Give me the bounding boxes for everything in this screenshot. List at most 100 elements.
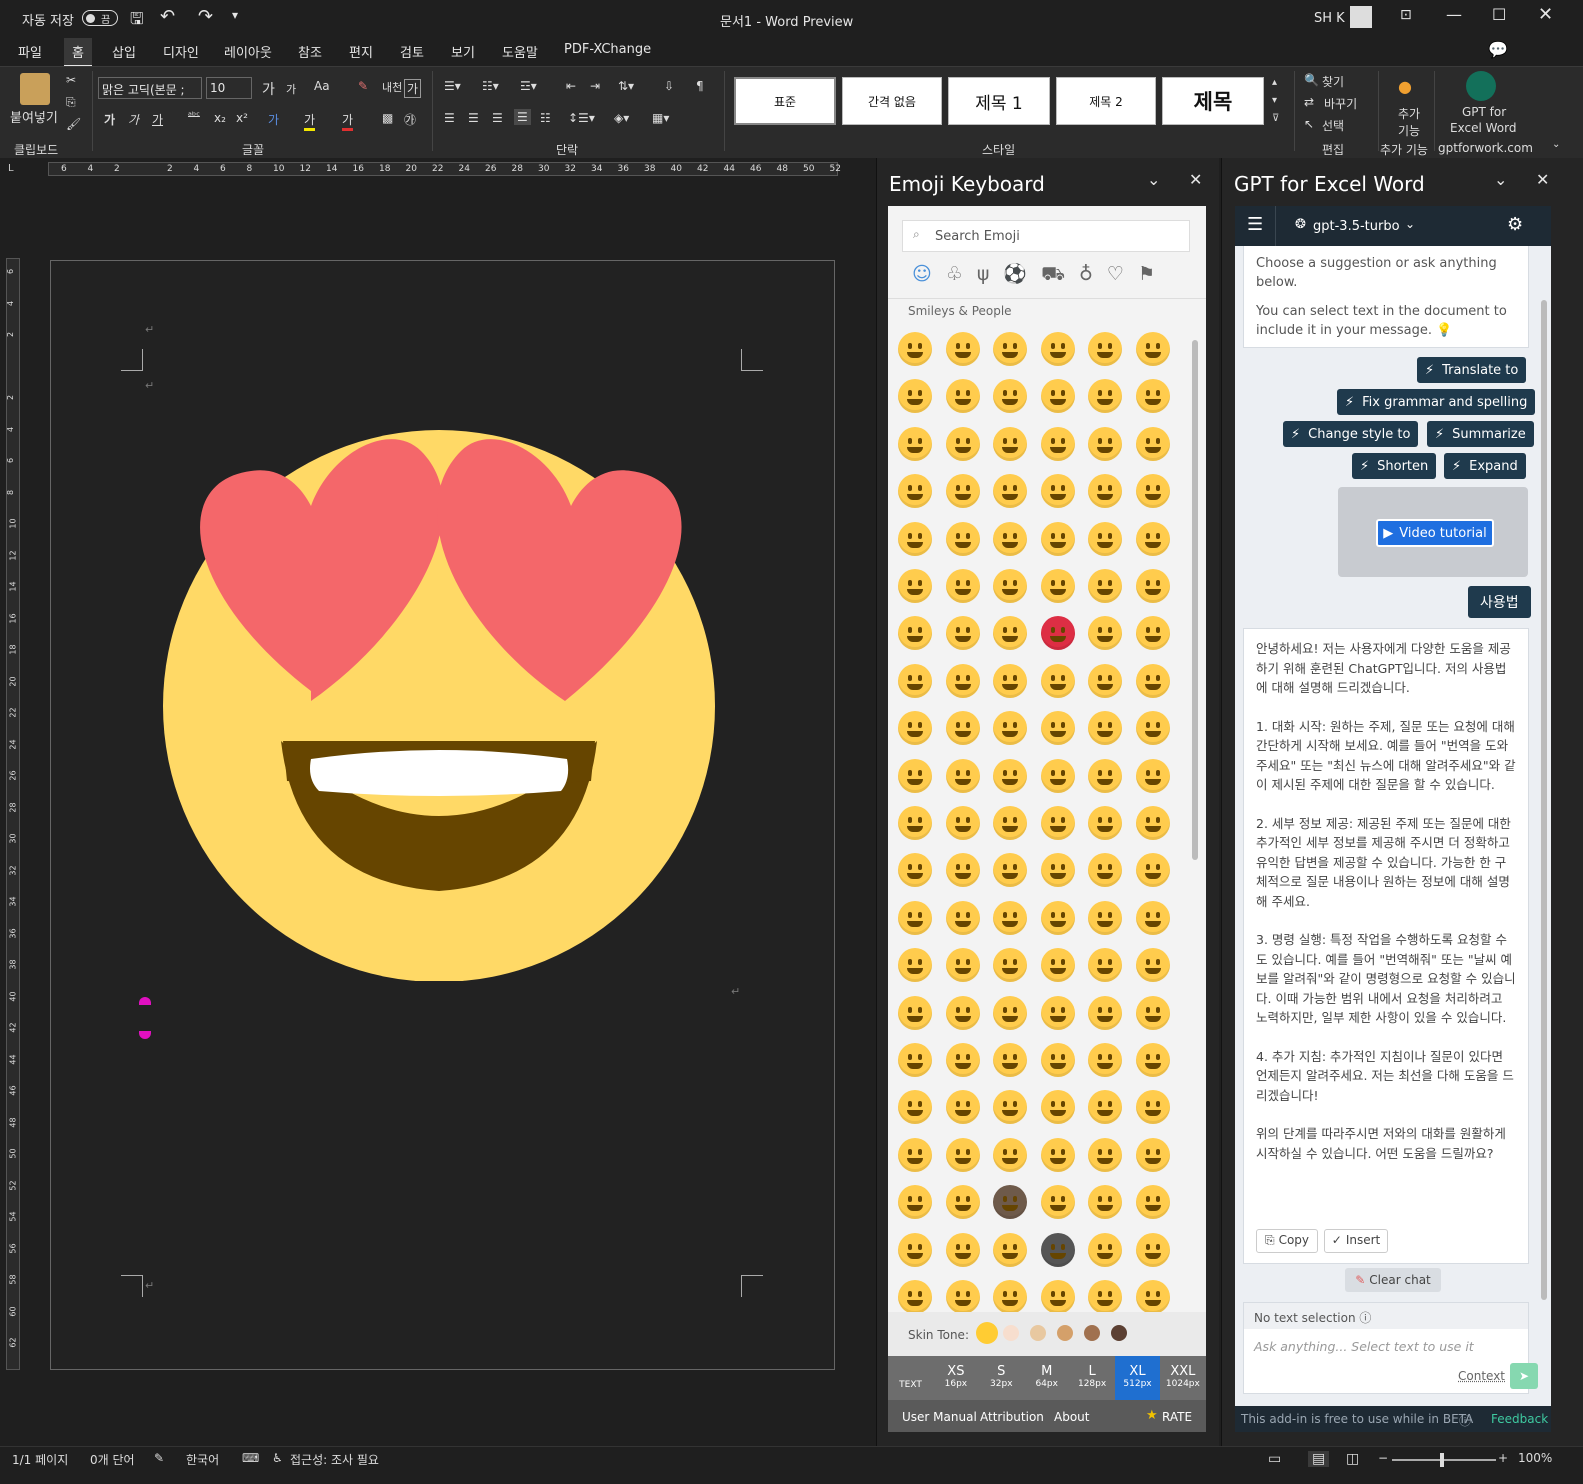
- emoji-cell[interactable]: [945, 1232, 980, 1267]
- emoji-cell[interactable]: [945, 948, 980, 983]
- emoji-cell[interactable]: [1135, 948, 1170, 983]
- replace-button[interactable]: 바꾸기: [1324, 95, 1357, 112]
- emoji-cell[interactable]: [993, 1232, 1027, 1267]
- travel-category-icon[interactable]: ⛟: [1041, 263, 1079, 285]
- size-option-xl[interactable]: XL 512px: [1115, 1356, 1160, 1400]
- scrollbar-thumb[interactable]: [1541, 300, 1547, 1300]
- emoji-cell[interactable]: [1135, 663, 1170, 698]
- emoji-cell[interactable]: [1040, 1280, 1075, 1312]
- emoji-cell[interactable]: [945, 332, 980, 366]
- video-thumbnail[interactable]: ▶ Video tutorial: [1338, 487, 1528, 577]
- tab-layout[interactable]: 레이아웃: [224, 42, 272, 61]
- emoji-cell[interactable]: [1088, 1280, 1122, 1312]
- find-button[interactable]: 찾기: [1322, 73, 1344, 90]
- size-option-xs[interactable]: XS 16px: [933, 1356, 978, 1400]
- emoji-cell[interactable]: [1088, 853, 1122, 888]
- emoji-cell[interactable]: [1135, 758, 1170, 793]
- emoji-cell[interactable]: [1135, 569, 1170, 603]
- emoji-cell[interactable]: [1040, 332, 1075, 366]
- tab-stop-selector[interactable]: L: [8, 163, 14, 174]
- close-icon[interactable]: ✕: [1538, 4, 1553, 25]
- skin-tone-swatch[interactable]: [976, 1322, 998, 1344]
- emoji-cell[interactable]: [945, 426, 980, 461]
- subscript-icon[interactable]: x₂: [214, 111, 226, 125]
- emoji-cell[interactable]: [945, 711, 980, 746]
- emoji-cell[interactable]: [1135, 332, 1170, 366]
- size-option-text[interactable]: TEXT: [888, 1356, 933, 1400]
- emoji-cell[interactable]: [1088, 474, 1122, 509]
- emoji-cell[interactable]: [898, 1090, 932, 1125]
- emoji-cell[interactable]: [898, 474, 932, 509]
- emoji-cell[interactable]: [1088, 332, 1122, 366]
- emoji-cell[interactable]: [1040, 1137, 1075, 1172]
- addins-button[interactable]: 추가 기능: [1394, 105, 1424, 139]
- info-icon[interactable]: ⓘ: [1359, 1311, 1371, 1325]
- paste-button[interactable]: 붙여넣기: [10, 107, 58, 126]
- page-count[interactable]: 1/1 페이지: [12, 1451, 68, 1468]
- emoji-cell[interactable]: [945, 569, 980, 603]
- bullets-icon[interactable]: ☰▾: [444, 79, 461, 93]
- tab-view[interactable]: 보기: [451, 42, 475, 61]
- emoji-cell[interactable]: [898, 806, 932, 840]
- summarize-chip[interactable]: ⚡ Summarize: [1427, 421, 1534, 447]
- style-no-spacing[interactable]: 간격 없음: [842, 77, 942, 125]
- emoji-cell[interactable]: [945, 379, 980, 414]
- text-predictions-icon[interactable]: ⌨: [242, 1451, 259, 1465]
- size-option-xxl[interactable]: XXL 1024px: [1160, 1356, 1205, 1400]
- video-tutorial-button[interactable]: ▶ Video tutorial: [1376, 519, 1494, 547]
- highlight-icon[interactable]: 가: [304, 111, 316, 131]
- change-case-button[interactable]: Aa: [314, 79, 330, 93]
- emoji-cell[interactable]: [1040, 758, 1075, 793]
- skin-tone-swatch[interactable]: [1084, 1325, 1100, 1341]
- strikethrough-icon[interactable]: ᵃᵇᶜ: [188, 111, 200, 122]
- emoji-cell[interactable]: [945, 1090, 980, 1125]
- emoji-cell[interactable]: [993, 616, 1027, 651]
- emoji-cell[interactable]: [945, 806, 980, 840]
- numbering-icon[interactable]: ☷▾: [482, 79, 499, 93]
- emoji-cell[interactable]: [945, 1043, 980, 1077]
- emoji-cell[interactable]: [1088, 521, 1122, 556]
- emoji-cell[interactable]: [1135, 1280, 1170, 1312]
- tab-design[interactable]: 디자인: [163, 42, 199, 61]
- font-name-select[interactable]: 맑은 고딕(본문 ;: [98, 77, 202, 99]
- tab-pdf-xchange[interactable]: PDF-XChange: [564, 42, 651, 57]
- emoji-cell[interactable]: [1088, 948, 1122, 983]
- select-button[interactable]: 선택: [1322, 117, 1344, 134]
- style-heading1[interactable]: 제목 1: [948, 77, 1050, 125]
- emoji-cell[interactable]: [945, 995, 980, 1030]
- change-style-chip[interactable]: ⚡ Change style to: [1283, 421, 1419, 447]
- document-page[interactable]: ↵ ↵ ↵ ↵: [50, 260, 835, 1370]
- emoji-cell[interactable]: [898, 569, 932, 603]
- food-category-icon[interactable]: ψ: [977, 263, 1004, 285]
- emoji-cell[interactable]: [1088, 663, 1122, 698]
- emoji-cell[interactable]: [1135, 1232, 1170, 1267]
- emoji-cell[interactable]: [1088, 806, 1122, 840]
- minimize-icon[interactable]: —: [1446, 5, 1462, 24]
- tab-help[interactable]: 도움말: [502, 42, 538, 61]
- line-spacing-icon[interactable]: ↕☰▾: [568, 111, 595, 125]
- copy-button[interactable]: ⎘ Copy: [1256, 1229, 1318, 1253]
- align-center-icon[interactable]: ☰: [468, 111, 479, 125]
- multilevel-list-icon[interactable]: ☲▾: [520, 79, 537, 93]
- tab-home[interactable]: 홈: [64, 38, 92, 67]
- emoji-cell[interactable]: [898, 853, 932, 888]
- word-count[interactable]: 0개 단어: [90, 1451, 135, 1468]
- emoji-cell[interactable]: [1135, 1043, 1170, 1077]
- emoji-cell[interactable]: [1135, 900, 1170, 935]
- emoji-cell[interactable]: [898, 995, 932, 1030]
- emoji-cell[interactable]: [1040, 521, 1075, 556]
- avatar[interactable]: [1350, 6, 1372, 28]
- fix-grammar-chip[interactable]: ⚡ Fix grammar and spelling: [1337, 389, 1536, 415]
- emoji-cell[interactable]: [945, 1137, 980, 1172]
- redo-icon[interactable]: ↷: [198, 6, 213, 27]
- emoji-cell[interactable]: [898, 1043, 932, 1077]
- settings-gear-icon[interactable]: ⚙: [1507, 214, 1523, 235]
- emoji-cell[interactable]: [993, 995, 1027, 1030]
- comments-icon[interactable]: 💬: [1488, 40, 1508, 59]
- about-link[interactable]: About: [1054, 1410, 1089, 1424]
- tab-review[interactable]: 검토: [400, 42, 424, 61]
- emoji-cell[interactable]: [1040, 616, 1075, 651]
- emoji-cell[interactable]: [898, 1185, 932, 1220]
- emoji-cell[interactable]: [1040, 1090, 1075, 1125]
- accessibility-icon[interactable]: ♿: [272, 1451, 283, 1465]
